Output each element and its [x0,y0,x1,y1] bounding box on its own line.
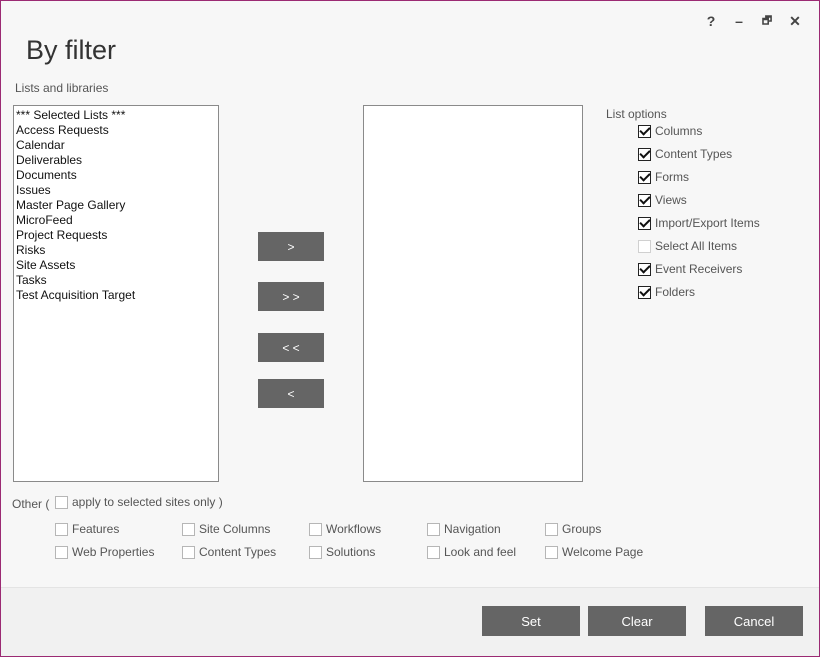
option-views[interactable]: Views [638,193,687,207]
list-item[interactable]: Deliverables [16,153,218,168]
lists-libraries-label: Lists and libraries [15,81,109,95]
close-icon[interactable]: ✕ [785,11,805,31]
checkbox[interactable] [638,170,651,184]
checkbox[interactable] [638,285,651,299]
option-label: Site Columns [199,522,271,536]
option-label: Folders [655,285,696,299]
dialog-window: ? – 🗗 ✕ By filter Lists and libraries **… [0,0,820,657]
page-title: By filter [26,35,117,65]
option-label: Select All Items [655,239,738,253]
other-look-and-feel[interactable]: Look and feel [427,545,516,559]
option-label: Navigation [444,522,501,536]
option-label: Groups [562,522,602,536]
set-button[interactable]: Set [482,606,580,636]
checkbox[interactable] [309,522,322,536]
option-label: Import/Export Items [655,216,760,230]
available-lists-listbox[interactable]: *** Selected Lists *** Access Requests C… [13,105,219,482]
other-site-columns[interactable]: Site Columns [182,522,270,536]
checkbox[interactable] [182,545,195,559]
cancel-button[interactable]: Cancel [705,606,803,636]
restore-icon[interactable]: 🗗 [757,11,777,31]
list-options-label: List options [606,107,667,121]
checkbox[interactable] [545,545,558,559]
option-forms[interactable]: Forms [638,170,689,184]
checkbox[interactable] [55,545,68,559]
option-content-types[interactable]: Content Types [638,147,732,161]
footer-bar [1,587,819,656]
title-bar-buttons: ? – 🗗 ✕ [701,11,805,31]
list-item[interactable]: Calendar [16,138,218,153]
option-columns[interactable]: Columns [638,124,702,138]
option-select-all-items[interactable]: Select All Items [638,239,737,253]
list-item[interactable]: Project Requests [16,228,218,243]
other-groups[interactable]: Groups [545,522,601,536]
list-item[interactable]: Tasks [16,273,218,288]
checkbox[interactable] [55,522,68,536]
selected-lists-listbox[interactable] [363,105,583,482]
add-all-button[interactable]: > > [258,282,324,311]
option-label: Views [655,193,687,207]
option-event-receivers[interactable]: Event Receivers [638,262,742,276]
list-item[interactable]: *** Selected Lists *** [16,108,218,123]
list-item[interactable]: Test Acquisition Target [16,288,218,303]
other-solutions[interactable]: Solutions [309,545,375,559]
add-button[interactable]: > [258,232,324,261]
minimize-icon[interactable]: – [729,11,749,31]
checkbox[interactable] [55,495,68,509]
option-label: Event Receivers [655,262,743,276]
help-icon[interactable]: ? [701,11,721,31]
other-label: Other ( [12,497,49,511]
apply-selected-sites-option[interactable]: apply to selected sites only ) [55,495,223,509]
checkbox[interactable] [638,193,651,207]
remove-button[interactable]: < [258,379,324,408]
clear-button[interactable]: Clear [588,606,686,636]
other-workflows[interactable]: Workflows [309,522,381,536]
option-label: Web Properties [72,545,155,559]
checkbox[interactable] [638,239,651,253]
option-label: Forms [655,170,689,184]
option-label: Features [72,522,120,536]
other-welcome-page[interactable]: Welcome Page [545,545,643,559]
checkbox[interactable] [427,545,440,559]
checkbox[interactable] [638,262,651,276]
checkbox[interactable] [638,147,651,161]
list-item[interactable]: Documents [16,168,218,183]
remove-all-button[interactable]: < < [258,333,324,362]
other-features[interactable]: Features [55,522,119,536]
option-label: apply to selected sites only ) [72,495,223,509]
checkbox[interactable] [182,522,195,536]
option-label: Columns [655,124,703,138]
other-content-types[interactable]: Content Types [182,545,276,559]
checkbox[interactable] [638,216,651,230]
checkbox[interactable] [427,522,440,536]
other-web-properties[interactable]: Web Properties [55,545,154,559]
option-label: Workflows [326,522,382,536]
checkbox[interactable] [309,545,322,559]
list-item[interactable]: Risks [16,243,218,258]
checkbox[interactable] [545,522,558,536]
list-item[interactable]: Access Requests [16,123,218,138]
other-navigation[interactable]: Navigation [427,522,501,536]
list-item[interactable]: MicroFeed [16,213,218,228]
option-label: Solutions [326,545,376,559]
option-label: Content Types [199,545,277,559]
list-item[interactable]: Issues [16,183,218,198]
option-label: Look and feel [444,545,517,559]
option-label: Content Types [655,147,733,161]
checkbox[interactable] [638,124,651,138]
list-item[interactable]: Master Page Gallery [16,198,218,213]
other-label-text: Other ( [12,497,50,511]
option-import-export-items[interactable]: Import/Export Items [638,216,760,230]
option-folders[interactable]: Folders [638,285,695,299]
list-item[interactable]: Site Assets [16,258,218,273]
option-label: Welcome Page [562,545,644,559]
